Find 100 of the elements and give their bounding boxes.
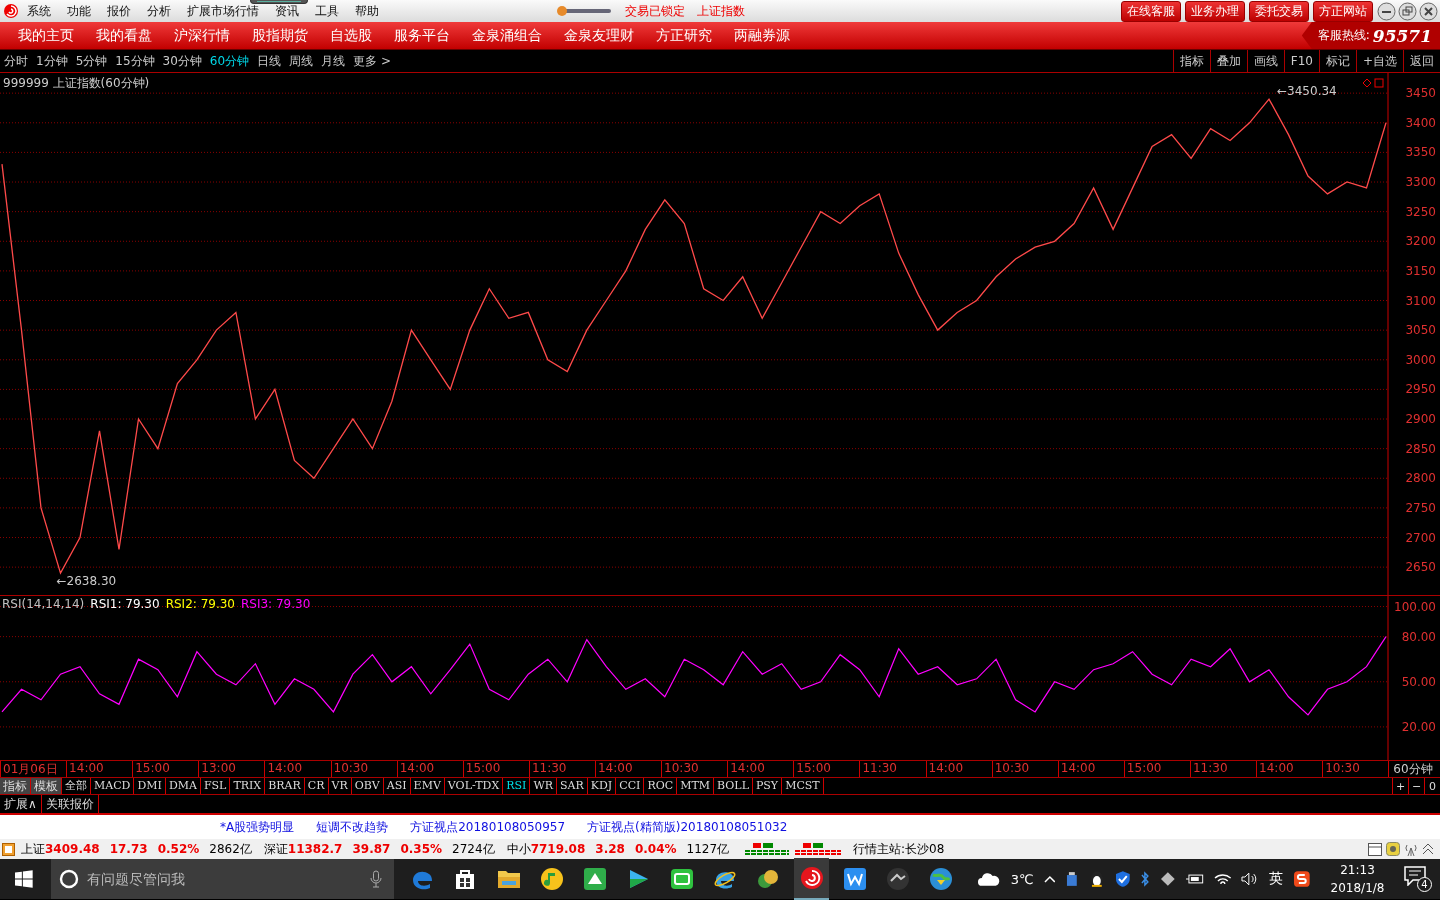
notification-icon[interactable] — [1404, 866, 1427, 886]
indicator-tab[interactable]: OBV — [351, 778, 384, 794]
nav-item[interactable]: 自选股 — [330, 26, 372, 45]
top-button[interactable]: 在线客服 — [1121, 0, 1181, 22]
volume-icon[interactable] — [1241, 872, 1259, 886]
nav-item[interactable]: 两融券源 — [734, 26, 790, 45]
caret-up-icon[interactable] — [1043, 875, 1056, 883]
menu-item[interactable]: 工具 — [315, 2, 339, 20]
nav-item[interactable]: 金泉友理财 — [564, 26, 634, 45]
menu-item[interactable]: 功能 — [67, 2, 91, 20]
taskbar-app[interactable] — [793, 858, 830, 900]
nav-item[interactable]: 我的主页 — [18, 26, 74, 45]
chart-tool[interactable]: 画线 — [1246, 50, 1284, 72]
indicator-tab[interactable]: 全部 — [62, 778, 91, 794]
period-tab[interactable]: 日线 — [257, 52, 282, 70]
extra-tab[interactable]: 扩展∧ — [0, 795, 42, 813]
period-tab[interactable]: 60分钟 — [209, 52, 250, 70]
chart-tool[interactable]: F10 — [1283, 50, 1319, 72]
zoom-button[interactable]: − — [1408, 778, 1424, 794]
nav-item[interactable]: 方正研究 — [656, 26, 712, 45]
top-button[interactable]: 委托交易 — [1249, 0, 1309, 22]
chart-tool[interactable]: 叠加 — [1209, 50, 1247, 72]
period-tab[interactable]: 1分钟 — [36, 52, 68, 70]
indicator-tab[interactable]: BRAR — [265, 778, 305, 794]
period-tab[interactable]: 分时 — [4, 52, 28, 70]
coin-icon[interactable] — [1386, 842, 1400, 856]
indicator-tab[interactable]: DMI — [134, 778, 166, 794]
indicator-tab[interactable]: VOL-TDX — [444, 778, 504, 794]
indicator-tab[interactable]: CR — [304, 778, 329, 794]
nav-item[interactable]: 沪深行情 — [174, 26, 230, 45]
menu-item[interactable]: 帮助 — [355, 2, 379, 20]
close-icon[interactable] — [1419, 1, 1438, 21]
indicator-tab[interactable]: DMA — [165, 778, 201, 794]
indicator-tab[interactable]: RSI — [503, 778, 531, 794]
period-tab[interactable]: 30分钟 — [162, 52, 202, 70]
period-tab[interactable]: 更多 > — [353, 52, 391, 70]
diamond-icon[interactable] — [1160, 871, 1176, 887]
usb-icon[interactable] — [1065, 871, 1080, 887]
news-link[interactable]: *A股强势明显 — [220, 818, 295, 836]
indicator-tab[interactable]: FSL — [200, 778, 231, 794]
window-icon[interactable] — [2, 842, 15, 856]
nav-item[interactable]: 服务平台 — [394, 26, 450, 45]
indicator-tab[interactable]: BOLL — [714, 778, 753, 794]
indicator-tab[interactable]: 模板 — [31, 778, 62, 794]
input-method-indicator[interactable]: 英 — [1268, 870, 1283, 888]
chart-tool[interactable]: 返回 — [1403, 50, 1440, 72]
news-link[interactable]: 方证视点(精简版)20180108051032 — [587, 818, 788, 836]
top-button[interactable]: 业务办理 — [1185, 0, 1245, 22]
period-tab[interactable]: 5分钟 — [75, 52, 108, 70]
nav-item[interactable]: 我的看盘 — [96, 26, 152, 45]
menu-item[interactable]: 分析 — [147, 2, 171, 20]
period-tab[interactable]: 15分钟 — [115, 52, 155, 70]
indicator-tab[interactable]: MACD — [91, 778, 135, 794]
indicator-tab[interactable]: PSY — [752, 778, 783, 794]
menu-item[interactable]: 系统 — [27, 2, 51, 20]
index-price: 3409.48 — [45, 842, 100, 856]
indicator-tab[interactable]: MTM — [677, 778, 714, 794]
menu-item[interactable]: 扩展市场行情 — [187, 2, 259, 20]
indicator-tab[interactable]: ASI — [383, 778, 411, 794]
minimize-icon[interactable] — [1377, 1, 1396, 21]
microphone-icon[interactable] — [370, 870, 383, 888]
slider-icon[interactable] — [555, 5, 613, 17]
zoom-button[interactable]: + — [1392, 778, 1408, 794]
menu-item[interactable]: 报价 — [107, 2, 131, 20]
battery-icon[interactable] — [1185, 873, 1204, 885]
top-button[interactable]: 方正网站 — [1313, 0, 1373, 22]
indicator-tab[interactable]: 指标 — [0, 778, 31, 794]
chart-corner-icon[interactable] — [1362, 78, 1384, 88]
bluetooth-icon[interactable] — [1140, 871, 1151, 887]
s-logo-icon[interactable] — [1292, 870, 1311, 888]
nav-item[interactable]: 金泉涌组合 — [472, 26, 542, 45]
search-bar[interactable]: 有问题尽管问我 — [50, 859, 395, 899]
panel-icon[interactable] — [1368, 842, 1382, 856]
extra-tab[interactable]: 关联报价 — [41, 795, 99, 813]
period-tab[interactable]: 月线 — [321, 52, 346, 70]
chart-tool[interactable]: +自选 — [1355, 50, 1403, 72]
windows-start-icon[interactable] — [15, 870, 33, 888]
indicator-tab[interactable]: SAR — [557, 778, 588, 794]
restore-icon[interactable] — [1398, 1, 1417, 21]
search-field[interactable]: 有问题尽管问我 — [84, 870, 365, 888]
wifi-icon[interactable] — [1213, 872, 1232, 886]
indicator-tab[interactable]: TRIX — [230, 778, 266, 794]
indicator-tab[interactable]: CCI — [616, 778, 645, 794]
indicator-tab[interactable]: ROC — [644, 778, 678, 794]
chart-tool[interactable]: 标记 — [1318, 50, 1356, 72]
indicator-tab[interactable]: EMV — [410, 778, 445, 794]
indicator-tab[interactable]: VR — [328, 778, 352, 794]
indicator-tab[interactable]: WR — [530, 778, 557, 794]
cloudy-weather-icon[interactable] — [977, 871, 1001, 887]
news-link[interactable]: 方证视点20180108050957 — [410, 818, 566, 836]
signal-tower-icon[interactable] — [1404, 842, 1418, 856]
shield-icon[interactable] — [1114, 870, 1131, 888]
indicator-tab[interactable]: MCST — [782, 778, 824, 794]
period-tab[interactable]: 周线 — [289, 52, 314, 70]
double-arrow-icon[interactable] — [1422, 842, 1434, 856]
news-link[interactable]: 短调不改趋势 — [316, 818, 389, 836]
chart-tool[interactable]: 指标 — [1172, 50, 1210, 72]
indicator-tab[interactable]: KDJ — [587, 778, 617, 794]
nav-item[interactable]: 股指期货 — [252, 26, 308, 45]
menu-item[interactable]: 资讯 — [275, 2, 299, 20]
